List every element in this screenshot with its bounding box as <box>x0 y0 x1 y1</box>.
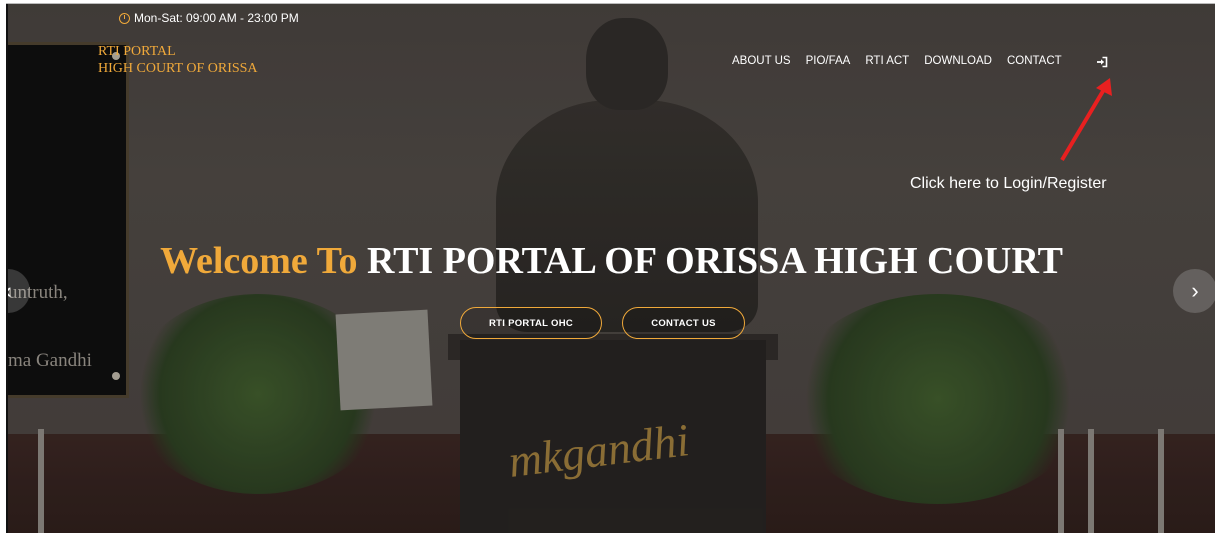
nav-contact[interactable]: CONTACT <box>1007 55 1062 67</box>
nav-pio-faa[interactable]: PIO/FAA <box>806 55 851 67</box>
brand-line1: RTI PORTAL <box>98 44 176 59</box>
sign-in-icon[interactable] <box>1096 55 1110 69</box>
main-nav: ABOUT US PIO/FAA RTI ACT DOWNLOAD CONTAC… <box>732 55 1062 67</box>
contact-us-button[interactable]: CONTACT US <box>622 307 745 339</box>
nav-download[interactable]: DOWNLOAD <box>924 55 992 67</box>
working-hours: Mon-Sat: 09:00 AM - 23:00 PM <box>119 11 299 25</box>
chevron-right-icon: › <box>1191 278 1199 303</box>
brand-line2: HIGH COURT OF ORISSA <box>98 61 258 76</box>
nav-rti-act[interactable]: RTI ACT <box>865 55 909 67</box>
red-arrow-icon <box>1060 78 1112 162</box>
nav-about-us[interactable]: ABOUT US <box>732 55 791 67</box>
hours-text: Mon-Sat: 09:00 AM - 23:00 PM <box>134 11 299 25</box>
clock-icon <box>119 12 130 24</box>
hero-title-accent: Welcome To <box>160 240 358 282</box>
hero-section: untruth, ma Gandhi mkgandhi Mon-Sat: 09:… <box>8 4 1215 533</box>
site-logo[interactable]: RTI PORTAL HIGH COURT OF ORISSA <box>98 43 258 77</box>
hero-title: Welcome To RTI PORTAL OF ORISSA HIGH COU… <box>8 239 1215 283</box>
carousel-next-button[interactable]: › <box>1173 269 1215 313</box>
rti-portal-button[interactable]: RTI PORTAL OHC <box>460 307 602 339</box>
chevron-left-icon: ‹ <box>8 278 12 304</box>
login-hint: Click here to Login/Register <box>910 175 1107 192</box>
hero-title-main: RTI PORTAL OF ORISSA HIGH COURT <box>366 240 1063 282</box>
